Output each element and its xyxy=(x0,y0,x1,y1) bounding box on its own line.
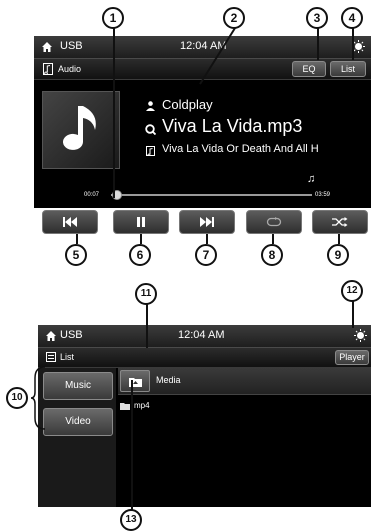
audio-file-icon xyxy=(43,63,53,75)
progress-track[interactable] xyxy=(111,194,312,196)
repeat-button[interactable] xyxy=(246,210,302,234)
skip-previous-icon xyxy=(63,217,77,227)
callout-line-9 xyxy=(338,234,340,244)
album-icon xyxy=(146,146,155,156)
callout-6: 6 xyxy=(129,244,151,266)
music-note-icon xyxy=(63,106,96,150)
file-icon xyxy=(145,124,156,135)
audio-player-screen: USB 12:04 AM Audio EQ List Coldplay Viva… xyxy=(34,36,371,208)
list-item[interactable]: mp4 xyxy=(118,396,371,418)
track-info-panel: Coldplay Viva La Vida.mp3 Viva La Vida O… xyxy=(142,94,368,158)
callout-bracket-10 xyxy=(31,366,46,430)
playback-controls xyxy=(38,210,371,236)
callout-11: 11 xyxy=(135,283,157,305)
track-filename: Viva La Vida.mp3 xyxy=(162,116,303,136)
eq-button[interactable]: EQ xyxy=(292,61,326,77)
repeat-icon xyxy=(266,217,282,227)
callout-3: 3 xyxy=(306,7,328,29)
album-art xyxy=(42,91,120,169)
callout-line-7 xyxy=(206,234,208,244)
shuffle-icon xyxy=(332,217,348,227)
callout-line-6 xyxy=(140,234,142,244)
list-clock: 12:04 AM xyxy=(178,329,225,341)
pause-button[interactable] xyxy=(113,210,169,234)
callout-5: 5 xyxy=(65,244,87,266)
list-title: List xyxy=(60,352,75,362)
list-icon xyxy=(46,352,56,362)
callout-line-8 xyxy=(272,234,274,244)
callout-1: 1 xyxy=(102,7,124,29)
player-button[interactable]: Player xyxy=(335,350,369,365)
brightness-icon[interactable] xyxy=(354,329,367,342)
file-panel: Media mp4 xyxy=(118,368,371,507)
category-video[interactable]: Video xyxy=(43,408,113,436)
callout-line-4 xyxy=(352,28,354,60)
callout-12: 12 xyxy=(341,280,363,302)
total-time: 03:59 xyxy=(315,192,331,198)
shuffle-button[interactable] xyxy=(312,210,368,234)
callout-9: 9 xyxy=(327,244,349,266)
list-status-bar: USB 12:04 AM xyxy=(38,325,371,348)
callout-line-11 xyxy=(146,298,148,348)
callout-line-3 xyxy=(317,28,319,60)
previous-button[interactable] xyxy=(42,210,98,234)
callout-line-12 xyxy=(352,298,354,328)
elapsed-time: 00:07 xyxy=(84,192,100,198)
callout-2: 2 xyxy=(223,7,245,29)
list-title-bar: List Player xyxy=(38,348,371,368)
callout-13: 13 xyxy=(120,509,142,531)
brightness-icon[interactable] xyxy=(352,40,365,53)
folder-row[interactable]: Media xyxy=(118,368,371,395)
source-label: USB xyxy=(60,40,83,52)
callout-8: 8 xyxy=(261,244,283,266)
list-item-label: mp4 xyxy=(134,401,150,410)
list-screen: USB 12:04 AM List Player Music Video Med… xyxy=(38,325,371,507)
category-music[interactable]: Music xyxy=(43,372,113,400)
artist-icon xyxy=(146,101,155,111)
category-panel: Music Video xyxy=(38,368,116,507)
artist-name: Coldplay xyxy=(162,97,213,112)
album-name: Viva La Vida Or Death And All H xyxy=(162,143,319,155)
callout-4: 4 xyxy=(341,7,363,29)
status-bar: USB 12:04 AM xyxy=(34,36,371,59)
folder-icon xyxy=(120,403,130,410)
home-icon[interactable] xyxy=(41,41,53,53)
pause-icon xyxy=(137,217,145,227)
callout-10: 10 xyxy=(6,387,28,409)
list-source-label: USB xyxy=(60,329,83,341)
next-button[interactable] xyxy=(179,210,235,234)
home-icon[interactable] xyxy=(45,330,57,342)
folder-up-button[interactable] xyxy=(120,370,150,392)
playing-note-icon: ♫ xyxy=(307,173,316,185)
callout-line-13 xyxy=(131,380,133,513)
callout-line-5 xyxy=(76,234,78,244)
callout-line-1 xyxy=(113,28,115,198)
folder-label: Media xyxy=(156,375,181,385)
skip-next-icon xyxy=(200,217,214,227)
callout-7: 7 xyxy=(195,244,217,266)
list-button[interactable]: List xyxy=(330,61,366,77)
mode-label: Audio xyxy=(58,64,82,74)
